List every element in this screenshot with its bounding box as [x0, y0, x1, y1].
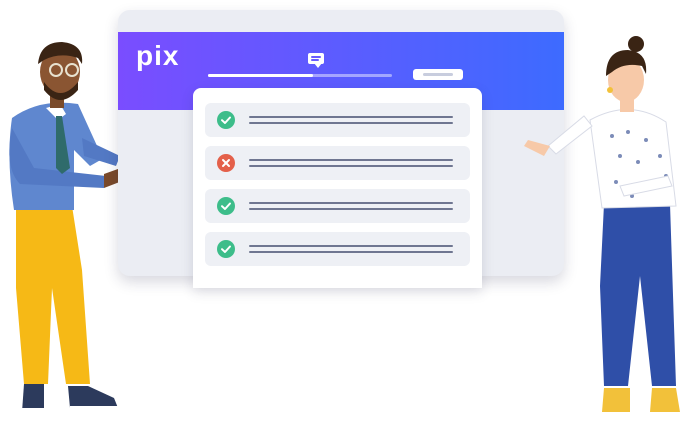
woman-illustration — [524, 36, 680, 412]
chat-bubble-icon[interactable] — [308, 53, 324, 68]
text-line-placeholder — [249, 251, 453, 253]
text-line-placeholder — [249, 245, 453, 247]
check-icon — [217, 240, 235, 258]
text-line-placeholder — [249, 159, 453, 161]
progress-bar — [208, 74, 392, 77]
result-row[interactable] — [205, 103, 470, 137]
text-line-placeholder — [249, 202, 453, 204]
text-line-placeholder — [249, 208, 453, 210]
results-card — [193, 88, 482, 288]
check-icon — [217, 111, 235, 129]
result-row[interactable] — [205, 146, 470, 180]
text-line-placeholder — [249, 122, 453, 124]
header-button[interactable] — [413, 69, 463, 80]
progress-fill — [208, 74, 313, 77]
result-row[interactable] — [205, 232, 470, 266]
result-row[interactable] — [205, 189, 470, 223]
pix-logo: pix — [136, 40, 180, 71]
text-line-placeholder — [249, 165, 453, 167]
check-icon — [217, 197, 235, 215]
cross-icon — [217, 154, 235, 172]
text-line-placeholder — [249, 116, 453, 118]
